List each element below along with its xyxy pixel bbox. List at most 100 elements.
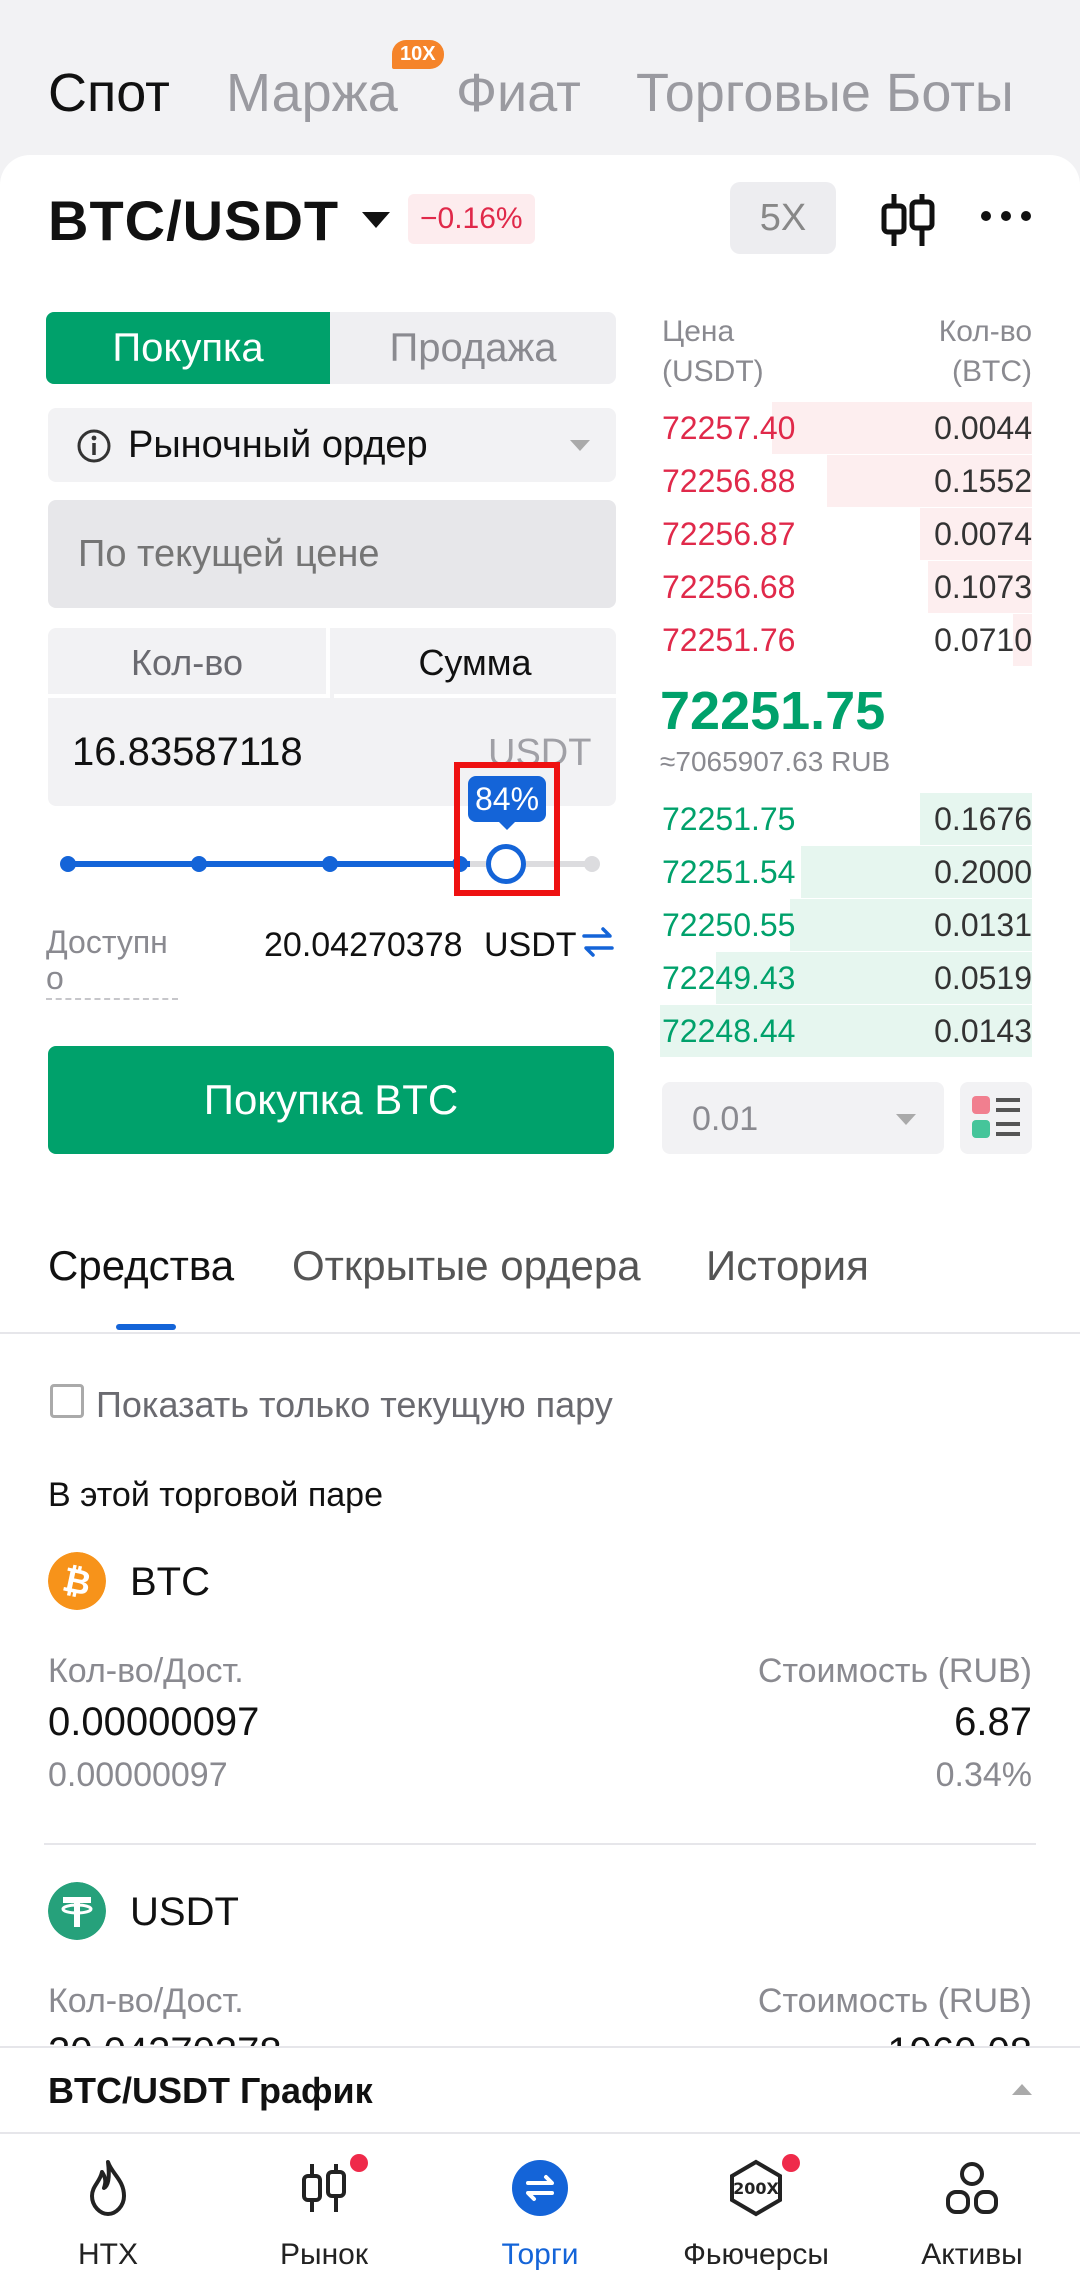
orderbook-price: 72256.87 — [662, 516, 796, 552]
nav-assets[interactable]: Активы — [864, 2134, 1080, 2286]
tab-quantity[interactable]: Кол-во — [48, 628, 330, 698]
orderbook-ask-row[interactable]: 72257.40 0.0044 — [660, 402, 1032, 454]
orderbook-price: 72256.68 — [662, 569, 796, 605]
orderbook-bid-row[interactable]: 72251.75 0.1676 — [660, 793, 1032, 845]
orderbook-price: 72248.44 — [662, 1013, 796, 1049]
pair-selector[interactable]: BTC/USDT — [48, 188, 339, 253]
orderbook-price-header: Цена (USDT) — [662, 315, 764, 388]
asset-value: 6.87 — [954, 1700, 1032, 1744]
info-icon[interactable] — [76, 428, 112, 464]
buy-tab[interactable]: Покупка — [46, 312, 330, 384]
nav-label: Активы — [921, 2238, 1023, 2271]
orderbook-price: 72251.75 — [662, 801, 796, 837]
asset-available: 0.00000097 — [48, 1756, 228, 1794]
divider — [44, 1843, 1036, 1845]
transfer-icon[interactable] — [582, 926, 614, 958]
chevron-up-icon — [1012, 2084, 1032, 2095]
orderbook-price: 72256.88 — [662, 463, 796, 499]
tab-fiat[interactable]: Фиат — [456, 62, 581, 124]
amount-input[interactable]: 16.83587118 — [72, 730, 303, 775]
orderbook-qty: 0.2000 — [934, 854, 1032, 890]
candlestick-icon — [302, 2164, 346, 2212]
current-pair-label[interactable]: Показать только текущую пару — [96, 1384, 613, 1426]
nav-htx[interactable]: HTX — [0, 2134, 216, 2286]
tab-trading-bots[interactable]: Торговые Боты — [636, 62, 1014, 124]
orderbook-qty: 0.0074 — [934, 516, 1032, 552]
orderbook-qty-header: Кол-во (BTC) — [938, 315, 1032, 388]
orderbook-qty: 0.1552 — [934, 463, 1032, 499]
flame-icon — [90, 2160, 126, 2216]
orderbook-ask-row[interactable]: 72251.76 0.0710 — [660, 614, 1032, 666]
chevron-down-icon — [896, 1114, 916, 1125]
orderbook-ask-row[interactable]: 72256.87 0.0074 — [660, 508, 1032, 560]
tab-funds[interactable]: Средства — [48, 1242, 234, 1290]
asset-qty: 0.00000097 — [48, 1700, 260, 1744]
svg-text:200X: 200X — [733, 2179, 779, 2198]
current-pair-checkbox[interactable] — [50, 1384, 84, 1418]
in-pair-heading: В этой торговой паре — [48, 1476, 384, 1514]
orderbook-qty: 0.0519 — [934, 960, 1032, 996]
orderbook-ask-row[interactable]: 72256.88 0.1552 — [660, 455, 1032, 507]
orderbook-bid-row[interactable]: 72250.55 0.0131 — [660, 899, 1032, 951]
buy-btc-button[interactable]: Покупка BTC — [48, 1046, 614, 1154]
bottom-nav: HTX Рынок Торги 200X Фьючерсы Активы — [0, 2134, 1080, 2286]
orderbook-qty: 0.0143 — [934, 1013, 1032, 1049]
slider-step-0[interactable] — [60, 856, 76, 872]
chevron-down-icon — [570, 440, 590, 451]
orderbook-bid-row[interactable]: 72248.44 0.0143 — [660, 1005, 1032, 1057]
orderbook-price: 72257.40 — [662, 410, 796, 446]
orderbook-price: 72249.43 — [662, 960, 796, 996]
slider-step-100[interactable] — [584, 856, 600, 872]
futures-200x-icon: 200X — [730, 2159, 782, 2217]
tab-open-orders[interactable]: Открытые ордера — [292, 1242, 641, 1290]
asset-name: BTC — [130, 1560, 210, 1604]
orderbook-ask-row[interactable]: 72256.68 0.1073 — [660, 561, 1032, 613]
nav-trade[interactable]: Торги — [432, 2134, 648, 2286]
chart-panel-title: BTC/USDT График — [48, 2070, 373, 2111]
orderbook-qty: 0.0131 — [934, 907, 1032, 943]
more-icon[interactable] — [978, 196, 1034, 236]
tab-history[interactable]: История — [706, 1242, 869, 1290]
orderbook-bid-row[interactable]: 72251.54 0.2000 — [660, 846, 1032, 898]
caret-down-icon[interactable] — [362, 212, 390, 228]
nav-label: Рынок — [280, 2238, 368, 2271]
orderbook-qty: 0.1073 — [934, 569, 1032, 605]
orderbook-price: 72251.54 — [662, 854, 796, 890]
sell-tab[interactable]: Продажа — [330, 312, 616, 384]
nav-label: Торги — [501, 2238, 579, 2271]
tab-spot[interactable]: Спот — [48, 62, 170, 124]
trade-swap-icon — [512, 2160, 568, 2216]
price-input[interactable] — [48, 500, 616, 608]
nav-label: Фьючерсы — [683, 2238, 829, 2271]
assets-icon — [946, 2162, 998, 2214]
orderbook-qty: 0.1676 — [934, 801, 1032, 837]
price-change-badge: −0.16% — [408, 194, 535, 244]
depth-value: 0.01 — [692, 1100, 759, 1138]
nav-futures[interactable]: 200X Фьючерсы — [648, 2134, 864, 2286]
candlestick-chart-icon[interactable] — [878, 190, 938, 250]
depth-precision-select[interactable]: 0.01 — [662, 1082, 944, 1154]
btc-coin-icon: ₿ — [48, 1552, 106, 1610]
active-tab-indicator — [116, 1324, 176, 1330]
slider-track-filled — [68, 861, 470, 867]
last-price: 72251.75 — [660, 681, 886, 741]
order-type-label: Рыночный ордер — [128, 424, 428, 466]
orderbook-layout-button[interactable] — [960, 1082, 1032, 1154]
nav-market[interactable]: Рынок — [216, 2134, 432, 2286]
chart-panel-toggle[interactable]: BTC/USDT График — [0, 2046, 1080, 2134]
orderbook-layout-icon — [972, 1096, 1020, 1138]
margin-badge: 10X — [392, 40, 444, 69]
slider-step-25[interactable] — [191, 856, 207, 872]
tab-sum[interactable]: Сумма — [334, 628, 616, 698]
nav-label: HTX — [78, 2238, 138, 2271]
orderbook-bid-row[interactable]: 72249.43 0.0519 — [660, 952, 1032, 1004]
available-label[interactable]: Доступно — [46, 924, 178, 1000]
orderbook-qty: 0.0044 — [934, 410, 1032, 446]
slider-step-50[interactable] — [322, 856, 338, 872]
order-type-select[interactable]: Рыночный ордер — [48, 408, 616, 482]
tab-margin[interactable]: Маржа — [226, 62, 398, 124]
orderbook-price: 72250.55 — [662, 907, 796, 943]
leverage-button[interactable]: 5X — [730, 182, 836, 254]
last-price-rub: ≈7065907.63 RUB — [660, 746, 891, 777]
notification-dot — [350, 2154, 368, 2172]
